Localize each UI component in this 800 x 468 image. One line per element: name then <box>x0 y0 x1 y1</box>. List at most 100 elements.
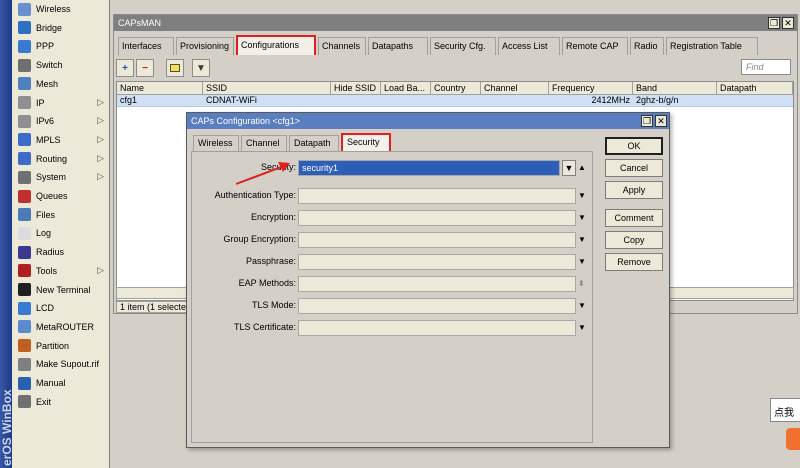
submenu-arrow-icon: ▷ <box>97 133 104 144</box>
dropdown-arrow-icon[interactable]: ▼ <box>578 257 586 266</box>
column-header[interactable]: Datapath <box>717 82 793 95</box>
dialog-restore-button[interactable]: ❐ <box>641 115 653 127</box>
dialog-close-button[interactable]: ✕ <box>655 115 667 127</box>
wireless-icon <box>18 2 31 16</box>
eap-methods-select[interactable] <box>298 276 576 292</box>
side-float-icon[interactable] <box>786 428 800 450</box>
dialog-tab-datapath[interactable]: Datapath <box>289 135 339 151</box>
updown-arrow-icon[interactable]: ⬍ <box>578 279 585 288</box>
menu-item-ipv6[interactable]: IPv6 ▷ <box>12 112 110 130</box>
close-button[interactable]: ✕ <box>782 17 794 29</box>
group-encryption-select[interactable] <box>298 232 576 248</box>
tab-datapaths[interactable]: Datapaths <box>368 37 428 55</box>
dropdown-arrow-icon[interactable]: ▼ <box>578 191 586 200</box>
radius-icon <box>18 245 31 259</box>
switch-icon <box>18 58 31 72</box>
table-cell: CDNAT-WiFi <box>206 95 257 105</box>
authentication-type-select[interactable] <box>298 188 576 204</box>
column-header[interactable]: Country <box>431 82 481 95</box>
column-header[interactable]: Frequency <box>549 82 633 95</box>
column-header[interactable]: Band <box>633 82 717 95</box>
remove-button[interactable]: Remove <box>605 253 663 271</box>
menu-item-routing[interactable]: Routing ▷ <box>12 150 110 168</box>
menu-item-radius[interactable]: Radius <box>12 243 110 261</box>
column-header[interactable]: Load Ba... <box>381 82 431 95</box>
dropdown-arrow-icon[interactable]: ▼ <box>578 301 586 310</box>
restore-button[interactable]: ❐ <box>768 17 780 29</box>
menu-item-queues[interactable]: Queues <box>12 187 110 205</box>
dropdown-box-icon[interactable]: ▼ <box>562 160 576 176</box>
menu-item-exit[interactable]: Exit <box>12 393 110 411</box>
field-row: Passphrase: ▼ <box>192 254 592 270</box>
menu-item-mpls[interactable]: MPLS ▷ <box>12 131 110 149</box>
menu-item-make-supout-rif[interactable]: Make Supout.rif <box>12 355 110 373</box>
passphrase-select[interactable] <box>298 254 576 270</box>
dropdown-arrow-icon[interactable]: ▼ <box>578 235 586 244</box>
add-icon[interactable]: + <box>116 59 134 77</box>
comment-button[interactable]: Comment <box>605 209 663 227</box>
field-row: TLS Certificate: ▼ <box>192 320 592 336</box>
menu-item-ip[interactable]: IP ▷ <box>12 94 110 112</box>
dialog-tab-channel[interactable]: Channel <box>241 135 287 151</box>
column-header[interactable]: SSID <box>203 82 331 95</box>
popup-tooltip[interactable]: 点我 <box>770 398 800 422</box>
field-label: TLS Mode: <box>251 300 296 310</box>
table-row[interactable]: cfg1 CDNAT-WiFi 2412MHz 2ghz-b/g/n <box>117 95 793 107</box>
field-row: Encryption: ▼ <box>192 210 592 226</box>
menu-item-label: Queues <box>36 191 68 201</box>
menu-item-label: MetaROUTER <box>36 321 95 332</box>
menu-item-wireless[interactable]: Wireless <box>12 0 110 18</box>
menu-item-files[interactable]: Files <box>12 206 110 224</box>
column-header[interactable]: Hide SSID <box>331 82 381 95</box>
lcd-icon <box>18 301 31 315</box>
tls-certificate-select[interactable] <box>298 320 576 336</box>
menu-item-lcd[interactable]: LCD <box>12 299 110 317</box>
menu-item-mesh[interactable]: Mesh <box>12 75 110 93</box>
find-input[interactable]: Find <box>741 59 791 75</box>
copy-button[interactable]: Copy <box>605 231 663 249</box>
tab-registration-table[interactable]: Registration Table <box>666 37 758 55</box>
menu-item-ppp[interactable]: PPP <box>12 37 110 55</box>
menu-item-system[interactable]: System ▷ <box>12 168 110 186</box>
menu-item-label: Routing <box>36 153 68 164</box>
field-row: Group Encryption: ▼ <box>192 232 592 248</box>
tab-security-cfg-[interactable]: Security Cfg. <box>430 37 496 55</box>
menu-item-log[interactable]: Log <box>12 224 110 242</box>
dropdown-arrow-icon[interactable]: ▼ <box>578 213 586 222</box>
dialog-tab-security[interactable]: Security <box>341 133 391 151</box>
tls-mode-select[interactable] <box>298 298 576 314</box>
tools-icon <box>18 264 31 278</box>
menu-item-manual[interactable]: Manual <box>12 374 110 392</box>
ok-button[interactable]: OK <box>605 137 663 155</box>
collapse-arrow-icon[interactable]: ▲ <box>578 163 586 172</box>
field-row: EAP Methods: ⬍ <box>192 276 592 292</box>
tab-interfaces[interactable]: Interfaces <box>118 37 174 55</box>
menu-item-switch[interactable]: Switch <box>12 56 110 74</box>
column-header[interactable]: Channel <box>481 82 549 95</box>
menu-item-partition[interactable]: Partition <box>12 337 110 355</box>
security-select[interactable]: security1 <box>298 160 560 176</box>
menu-item-tools[interactable]: Tools ▷ <box>12 262 110 280</box>
menu-item-new-terminal[interactable]: New Terminal <box>12 281 110 299</box>
tab-configurations[interactable]: Configurations <box>236 35 316 55</box>
cancel-button[interactable]: Cancel <box>605 159 663 177</box>
comment-icon[interactable] <box>166 59 184 77</box>
menu-item-metarouter[interactable]: MetaROUTER <box>12 318 110 336</box>
menu-item-bridge[interactable]: Bridge <box>12 19 110 37</box>
remove-icon[interactable]: − <box>136 59 154 77</box>
tab-remote-cap[interactable]: Remote CAP <box>562 37 628 55</box>
menu-item-label: Make Supout.rif <box>36 359 100 370</box>
dropdown-arrow-icon[interactable]: ▼ <box>578 323 586 332</box>
menu-item-label: Manual <box>36 378 66 388</box>
dialog-tab-wireless[interactable]: Wireless <box>193 135 239 151</box>
tab-radio[interactable]: Radio <box>630 37 664 55</box>
tab-channels[interactable]: Channels <box>318 37 366 55</box>
filter-icon[interactable]: ▼ <box>192 59 210 77</box>
column-header[interactable]: Name <box>117 82 203 95</box>
tab-access-list[interactable]: Access List <box>498 37 560 55</box>
tab-provisioning[interactable]: Provisioning <box>176 37 234 55</box>
dialog-title: CAPs Configuration <cfg1> <box>187 113 669 129</box>
apply-button[interactable]: Apply <box>605 181 663 199</box>
annotation-arrow-icon <box>235 162 290 185</box>
encryption-select[interactable] <box>298 210 576 226</box>
